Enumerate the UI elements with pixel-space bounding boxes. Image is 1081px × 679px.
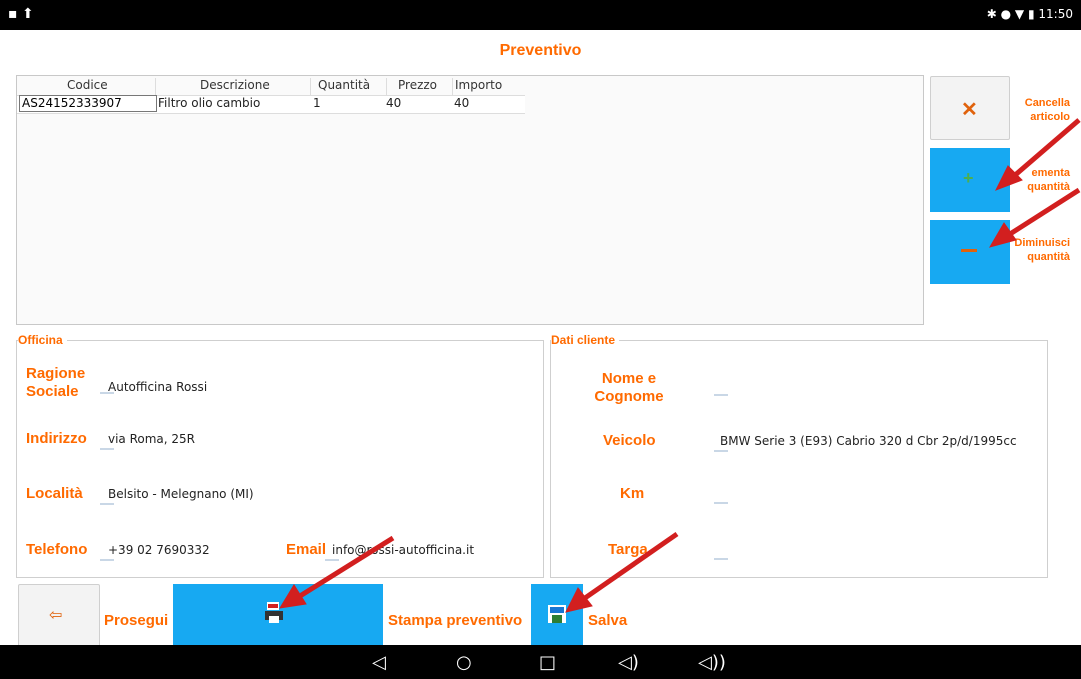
status-left-icons: ▪ ⬆ — [8, 6, 34, 22]
cell-quantita: 1 — [313, 96, 321, 110]
targa-field[interactable] — [714, 558, 728, 560]
header-quantita: Quantità — [318, 78, 371, 92]
close-icon: ✕ — [961, 99, 978, 121]
nome-label-line2: Cognome — [594, 388, 664, 405]
nome-label-line1: Nome e — [601, 370, 657, 387]
decrease-quantity-button[interactable] — [930, 220, 1010, 284]
back-nav-icon[interactable]: ◁ — [372, 652, 386, 673]
volume-up-icon[interactable]: ◁)) — [698, 652, 726, 673]
prosegui-label: Prosegui — [104, 612, 169, 629]
officina-legend: Officina — [18, 333, 67, 347]
cell-importo: 40 — [454, 96, 470, 110]
cell-codice[interactable]: AS24152333907 — [19, 95, 157, 112]
items-table[interactable]: Codice Descrizione Quantità Prezzo Impor… — [16, 75, 924, 325]
increase-quantity-label: ementa quantità — [1012, 166, 1070, 194]
status-right: ✱ ● ▼ ▮ 11:50 — [986, 7, 1073, 21]
targa-label: Targa — [608, 541, 648, 558]
increase-quantity-button[interactable]: + — [930, 148, 1010, 212]
table-row[interactable]: AS24152333907 Filtro olio cambio 1 40 40 — [17, 95, 525, 114]
telefono-label: Telefono — [26, 541, 88, 558]
decrease-label-line1: Diminuisci — [1014, 237, 1070, 249]
header-prezzo: Prezzo — [398, 78, 438, 92]
email-label: Email — [286, 541, 327, 558]
ragione-label-line1: Ragione — [26, 365, 86, 382]
ragione-label-line2: Sociale — [26, 383, 79, 400]
cancel-item-button[interactable]: ✕ — [930, 76, 1010, 140]
recents-nav-icon[interactable]: □ — [539, 652, 556, 673]
header-codice: Codice — [67, 78, 108, 92]
cell-prezzo: 40 — [386, 96, 402, 110]
stampa-label: Stampa preventivo — [388, 612, 523, 629]
volume-down-icon[interactable]: ◁) — [618, 652, 639, 673]
ragione-sociale-label: Ragione Sociale — [26, 365, 85, 401]
save-button[interactable] — [531, 584, 583, 645]
ragione-sociale-field[interactable]: Autofficina Rossi — [108, 380, 207, 394]
decrease-label-line2: quantità — [1027, 251, 1070, 263]
km-field[interactable] — [714, 502, 728, 504]
field-underline — [325, 559, 339, 561]
status-bar: ▪ ⬆ ✱ ● ▼ ▮ 11:50 — [0, 0, 1081, 30]
header-importo: Importo — [455, 78, 503, 92]
km-label: Km — [620, 485, 645, 502]
arrow-left-icon: ⇦ — [49, 607, 63, 624]
annotation-arrow — [1008, 187, 1081, 237]
cliente-legend: Dati cliente — [551, 333, 620, 347]
increase-label-line1: ementa — [1031, 167, 1070, 179]
localita-label: Località — [26, 485, 83, 502]
cancel-item-label: Cancella articolo — [1012, 96, 1070, 124]
salva-label: Salva — [588, 612, 628, 629]
veicolo-field[interactable]: BMW Serie 3 (E93) Cabrio 320 d Cbr 2p/d/… — [720, 434, 1017, 448]
page-title: Preventivo — [499, 42, 582, 59]
cell-descrizione: Filtro olio cambio — [158, 96, 261, 110]
home-nav-icon[interactable]: ○ — [456, 652, 472, 673]
veicolo-label: Veicolo — [603, 432, 656, 449]
increase-label-line2: quantità — [1027, 181, 1070, 193]
print-pdf-button[interactable] — [173, 584, 383, 645]
field-underline — [100, 559, 114, 561]
floppy-icon — [548, 605, 566, 623]
minus-icon — [961, 249, 977, 252]
cancel-label-line2: articolo — [1030, 111, 1070, 123]
decrease-quantity-label: Diminuisci quantità — [1012, 236, 1070, 264]
indirizzo-label: Indirizzo — [26, 430, 87, 447]
pdf-printer-icon — [265, 602, 285, 624]
nome-cognome-label: Nome e Cognome — [583, 370, 675, 406]
status-time: 11:50 — [1038, 7, 1073, 21]
back-button[interactable]: ⇦ — [18, 584, 100, 647]
email-field[interactable]: info@rossi-autofficina.it — [332, 543, 474, 557]
field-underline — [100, 448, 114, 450]
field-underline — [100, 503, 114, 505]
plus-icon: + — [963, 168, 974, 188]
header-descrizione: Descrizione — [200, 78, 270, 92]
indirizzo-field[interactable]: via Roma, 25R — [108, 432, 195, 446]
cancel-label-line1: Cancella — [1024, 97, 1070, 109]
field-underline — [714, 450, 728, 452]
localita-field[interactable]: Belsito - Melegnano (MI) — [108, 487, 254, 501]
nome-cognome-field[interactable] — [714, 394, 728, 396]
telefono-field[interactable]: +39 02 7690332 — [108, 543, 210, 557]
